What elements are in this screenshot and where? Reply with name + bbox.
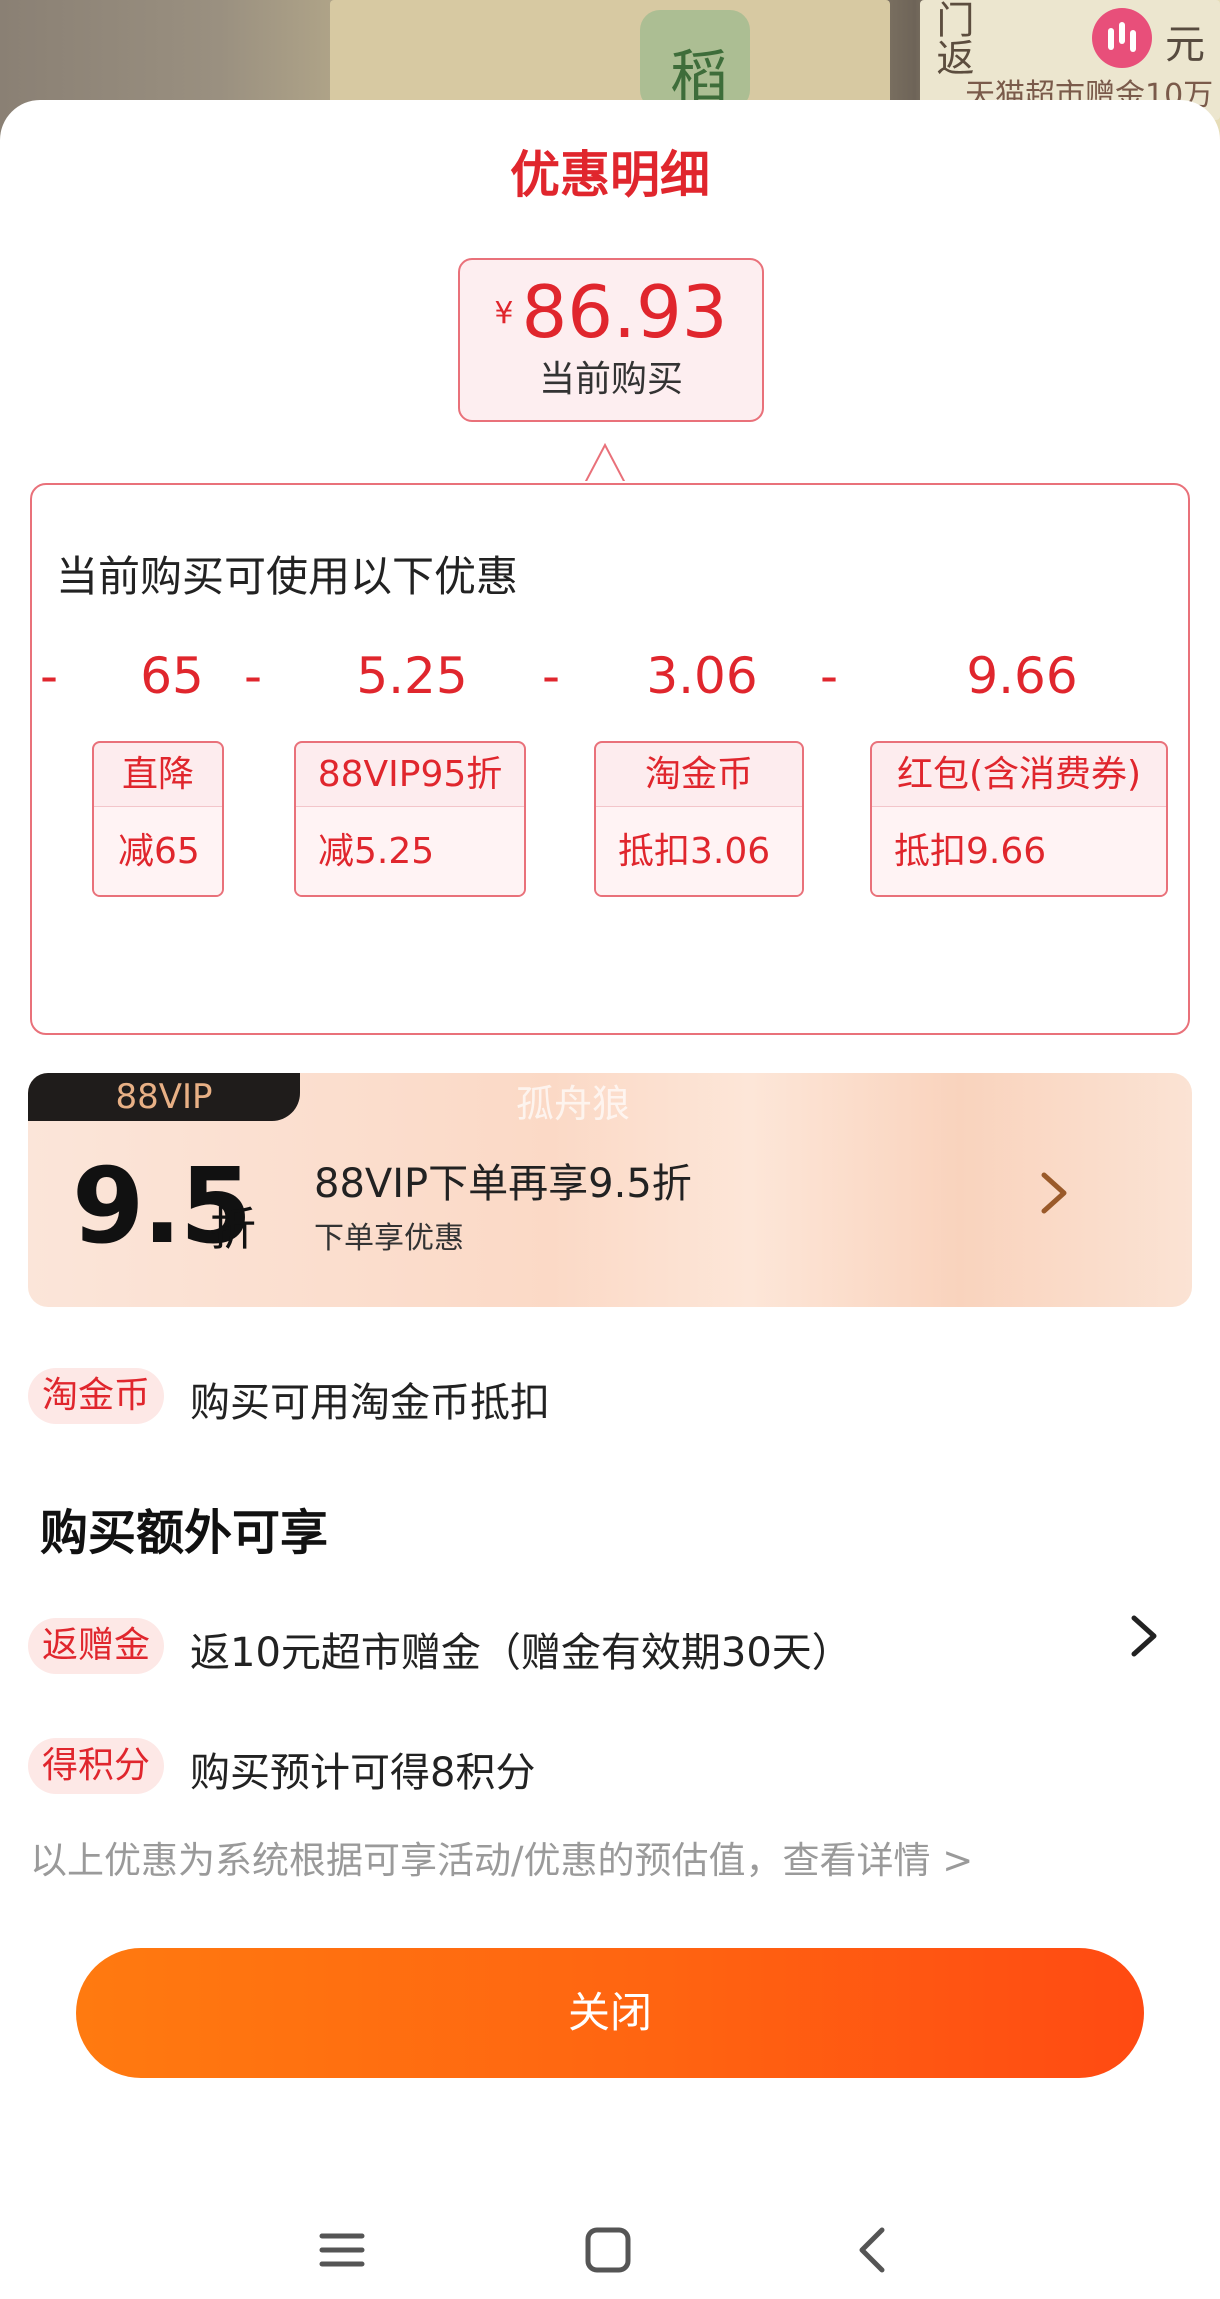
discount-card-redpacket: 红包(含消费券) 抵扣9.66 xyxy=(870,741,1168,897)
vip-offer-subtitle: 下单享优惠 xyxy=(314,1221,464,1256)
promo-badge-text: 门返 xyxy=(930,0,974,76)
discount-card-vip: 88VIP95折 减5.25 xyxy=(294,741,526,897)
bar-chart-icon xyxy=(1092,8,1152,68)
close-button[interactable]: 关闭 xyxy=(76,1948,1144,2078)
discount-card-coin: 淘金币 抵扣3.06 xyxy=(594,741,804,897)
chevron-right-icon[interactable] xyxy=(1126,1608,1162,1664)
current-price-caption: 当前购买 xyxy=(538,359,683,400)
discount-amount-redpacket: 9.66 xyxy=(966,647,1078,705)
discount-breakdown-box: 当前购买可使用以下优惠 - 65 - 5.25 - 3.06 - 9.66 直降… xyxy=(30,483,1190,1035)
chevron-right-icon[interactable] xyxy=(1034,1163,1074,1223)
watermark-text: 孤舟狼 xyxy=(516,1082,631,1126)
home-square-icon[interactable] xyxy=(578,2220,638,2280)
vip-discount-unit: 折 xyxy=(210,1202,256,1256)
points-row-text: 购买预计可得8积分 xyxy=(190,1750,536,1796)
discount-amount-coin: 3.06 xyxy=(646,647,758,705)
card-title: 红包(含消费券) xyxy=(872,743,1166,807)
vip-discount-card[interactable]: 88VIP 孤舟狼 9.5 折 88VIP下单再享9.5折 下单享优惠 xyxy=(28,1073,1192,1307)
coin-row-text: 购买可用淘金币抵扣 xyxy=(190,1380,550,1426)
minus-sign: - xyxy=(244,647,263,705)
menu-icon[interactable] xyxy=(312,2220,372,2280)
card-title: 88VIP95折 xyxy=(296,743,524,807)
breakdown-heading: 当前购买可使用以下优惠 xyxy=(56,552,519,601)
discount-amount-vip: 5.25 xyxy=(356,647,468,705)
discount-amount-direct: 65 xyxy=(140,647,204,705)
minus-sign: - xyxy=(820,647,839,705)
card-desc: 减65 xyxy=(94,807,222,895)
minus-sign: - xyxy=(542,647,561,705)
card-desc: 减5.25 xyxy=(296,807,524,895)
extra-benefits-title: 购买额外可享 xyxy=(40,1505,329,1561)
vip-offer-title: 88VIP下单再享9.5折 xyxy=(314,1161,692,1207)
card-desc: 抵扣3.06 xyxy=(596,807,802,895)
card-title: 淘金币 xyxy=(596,743,802,807)
currency-symbol: ¥ xyxy=(494,296,514,331)
card-title: 直降 xyxy=(94,743,222,807)
system-navigation-bar xyxy=(0,2210,1220,2299)
rebate-tag[interactable]: 返赠金 xyxy=(28,1618,165,1674)
sheet-title: 优惠明细 xyxy=(510,146,710,204)
discount-detail-sheet: 优惠明细 ¥86.93 当前购买 当前购买可使用以下优惠 - 65 - 5.25… xyxy=(0,100,1220,2299)
promo-unit-text: 元 xyxy=(1165,22,1205,68)
points-tag: 得积分 xyxy=(28,1738,165,1794)
card-desc: 抵扣9.66 xyxy=(872,807,1166,895)
back-chevron-icon[interactable] xyxy=(844,2220,904,2280)
current-price-box: ¥86.93 当前购买 xyxy=(458,258,764,422)
vip-tab-label: 88VIP xyxy=(28,1073,300,1121)
rebate-row-text[interactable]: 返10元超市赠金（赠金有效期30天） xyxy=(190,1620,852,1678)
disclaimer-link[interactable]: 以上优惠为系统根据可享活动/优惠的预估值，查看详情 > xyxy=(30,1830,973,1884)
callout-pointer xyxy=(585,443,625,483)
discount-card-direct: 直降 减65 xyxy=(92,741,224,897)
minus-sign: - xyxy=(40,647,59,705)
current-price: 86.93 xyxy=(521,270,728,354)
coin-tag: 淘金币 xyxy=(28,1368,165,1424)
